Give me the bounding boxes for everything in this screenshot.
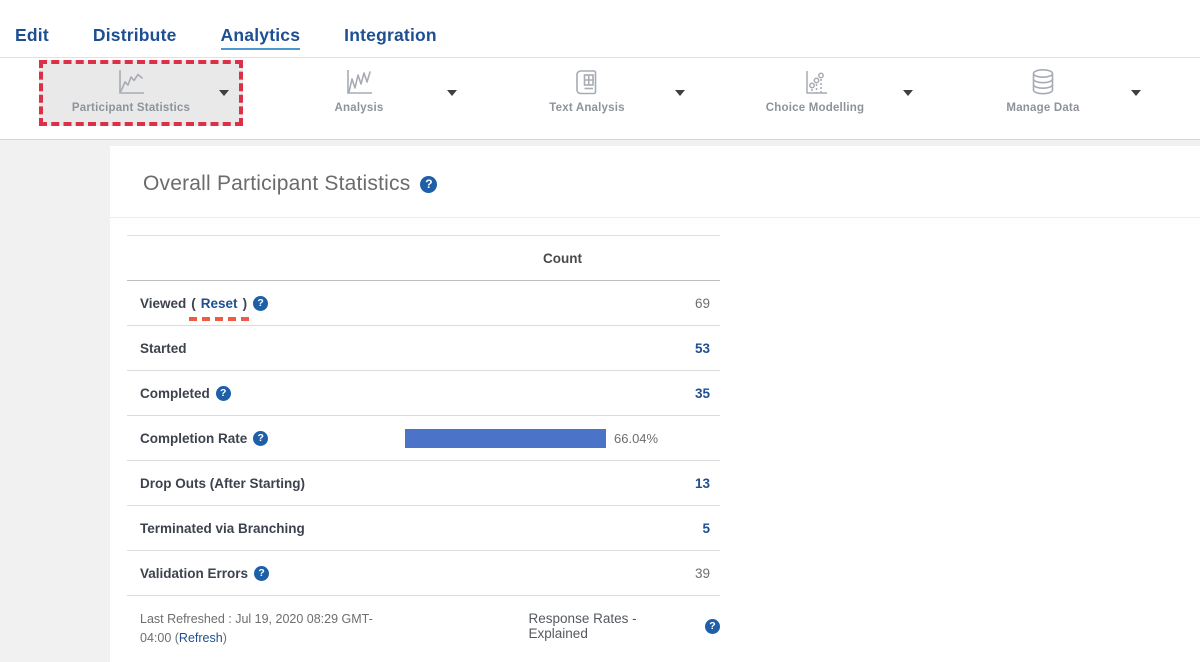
paren-close: ) xyxy=(243,296,248,311)
participant-statistics-dropdown-caret-icon[interactable] xyxy=(219,90,229,96)
manage-data-button[interactable]: Manage Data xyxy=(929,58,1157,139)
choice-modelling-dropdown-caret-icon[interactable] xyxy=(903,90,913,96)
response-rates-label: Response Rates - Explained xyxy=(529,611,697,641)
table-row-completion-rate: Completion Rate ? 66.04% xyxy=(127,416,720,461)
tool-label: Manage Data xyxy=(1006,102,1079,114)
nav-item-analytics[interactable]: Analytics xyxy=(221,25,301,50)
zigzag-chart-icon xyxy=(342,66,376,98)
refresh-link[interactable]: Refresh xyxy=(179,631,223,645)
table-row-drop-outs: Drop Outs (After Starting) 13 xyxy=(127,461,720,506)
last-refreshed-line2-suffix: ) xyxy=(223,631,227,645)
table-row-viewed: Viewed ( Reset ) ? 69 xyxy=(127,281,720,326)
toolbar-group-participant-statistics: Participant Statistics xyxy=(17,58,245,139)
toolbar-group-analysis: Analysis xyxy=(245,58,473,139)
analysis-dropdown-caret-icon[interactable] xyxy=(447,90,457,96)
last-refreshed-text: Last Refreshed : Jul 19, 2020 08:29 GMT-… xyxy=(140,610,391,649)
tool-label: Participant Statistics xyxy=(72,102,190,114)
response-rates-help-icon[interactable]: ? xyxy=(705,619,720,634)
count-column-header: Count xyxy=(405,251,720,266)
top-nav: Edit Distribute Analytics Integration xyxy=(0,0,1200,57)
last-refreshed-line1: Last Refreshed : Jul 19, 2020 08:29 xyxy=(140,612,338,626)
completion-rate-help-icon[interactable]: ? xyxy=(253,431,268,446)
viewed-help-icon[interactable]: ? xyxy=(253,296,268,311)
participant-statistics-table: Count Viewed ( Reset ) ? 69 Started 53 C… xyxy=(127,235,720,649)
title-separator xyxy=(110,217,1200,218)
table-row-terminated: Terminated via Branching 5 xyxy=(127,506,720,551)
table-row-validation-errors: Validation Errors ? 39 xyxy=(127,551,720,596)
completed-help-icon[interactable]: ? xyxy=(216,386,231,401)
toolbar-group-manage-data: Manage Data xyxy=(929,58,1157,139)
title-help-icon[interactable]: ? xyxy=(420,176,437,193)
nav-item-edit[interactable]: Edit xyxy=(15,25,49,50)
terminated-count[interactable]: 5 xyxy=(702,521,710,536)
scatter-trend-icon xyxy=(798,66,832,98)
validation-errors-count: 39 xyxy=(695,566,710,581)
line-chart-icon xyxy=(114,66,148,98)
row-label: Drop Outs (After Starting) xyxy=(140,476,305,491)
row-label: Validation Errors xyxy=(140,566,248,581)
completion-rate-bar xyxy=(405,429,606,448)
validation-errors-help-icon[interactable]: ? xyxy=(254,566,269,581)
started-count[interactable]: 53 xyxy=(695,341,710,356)
analytics-toolbar: Participant Statistics Analysis xyxy=(0,57,1200,140)
database-icon xyxy=(1026,66,1060,98)
tool-label: Text Analysis xyxy=(549,102,624,114)
table-row-started: Started 53 xyxy=(127,326,720,371)
manage-data-dropdown-caret-icon[interactable] xyxy=(1131,90,1141,96)
viewed-count: 69 xyxy=(695,296,710,311)
table-row-completed: Completed ? 35 xyxy=(127,371,720,416)
row-label: Completion Rate xyxy=(140,431,247,446)
row-label: Terminated via Branching xyxy=(140,521,305,536)
response-rates-explained: Response Rates - Explained ? xyxy=(529,611,720,641)
toolbar-group-text-analysis: Text Analysis xyxy=(473,58,701,139)
toolbar-group-choice-modelling: Choice Modelling xyxy=(701,58,929,139)
text-analysis-button[interactable]: Text Analysis xyxy=(473,58,701,139)
completed-count[interactable]: 35 xyxy=(695,386,710,401)
row-label: Viewed xyxy=(140,296,186,311)
tool-label: Choice Modelling xyxy=(766,102,864,114)
table-header-row: Count xyxy=(127,235,720,281)
tool-label: Analysis xyxy=(335,102,384,114)
row-label: Started xyxy=(140,341,187,356)
participant-statistics-button[interactable]: Participant Statistics xyxy=(17,58,245,139)
nav-item-integration[interactable]: Integration xyxy=(344,25,437,50)
reset-link[interactable]: Reset xyxy=(201,296,238,311)
paren-open: ( xyxy=(191,296,196,311)
reset-dashed-underline xyxy=(189,317,249,321)
drop-outs-count[interactable]: 13 xyxy=(695,476,710,491)
analysis-button[interactable]: Analysis xyxy=(245,58,473,139)
document-grid-icon xyxy=(570,66,604,98)
page-title: Overall Participant Statistics xyxy=(143,172,410,196)
reset-link-group: ( Reset ) xyxy=(191,296,247,311)
choice-modelling-button[interactable]: Choice Modelling xyxy=(701,58,929,139)
nav-item-distribute[interactable]: Distribute xyxy=(93,25,177,50)
content-panel: Overall Participant Statistics ? Count V… xyxy=(110,146,1200,662)
text-analysis-dropdown-caret-icon[interactable] xyxy=(675,90,685,96)
row-label: Completed xyxy=(140,386,210,401)
table-footer: Last Refreshed : Jul 19, 2020 08:29 GMT-… xyxy=(140,610,720,649)
completion-rate-value: 66.04% xyxy=(614,431,658,446)
